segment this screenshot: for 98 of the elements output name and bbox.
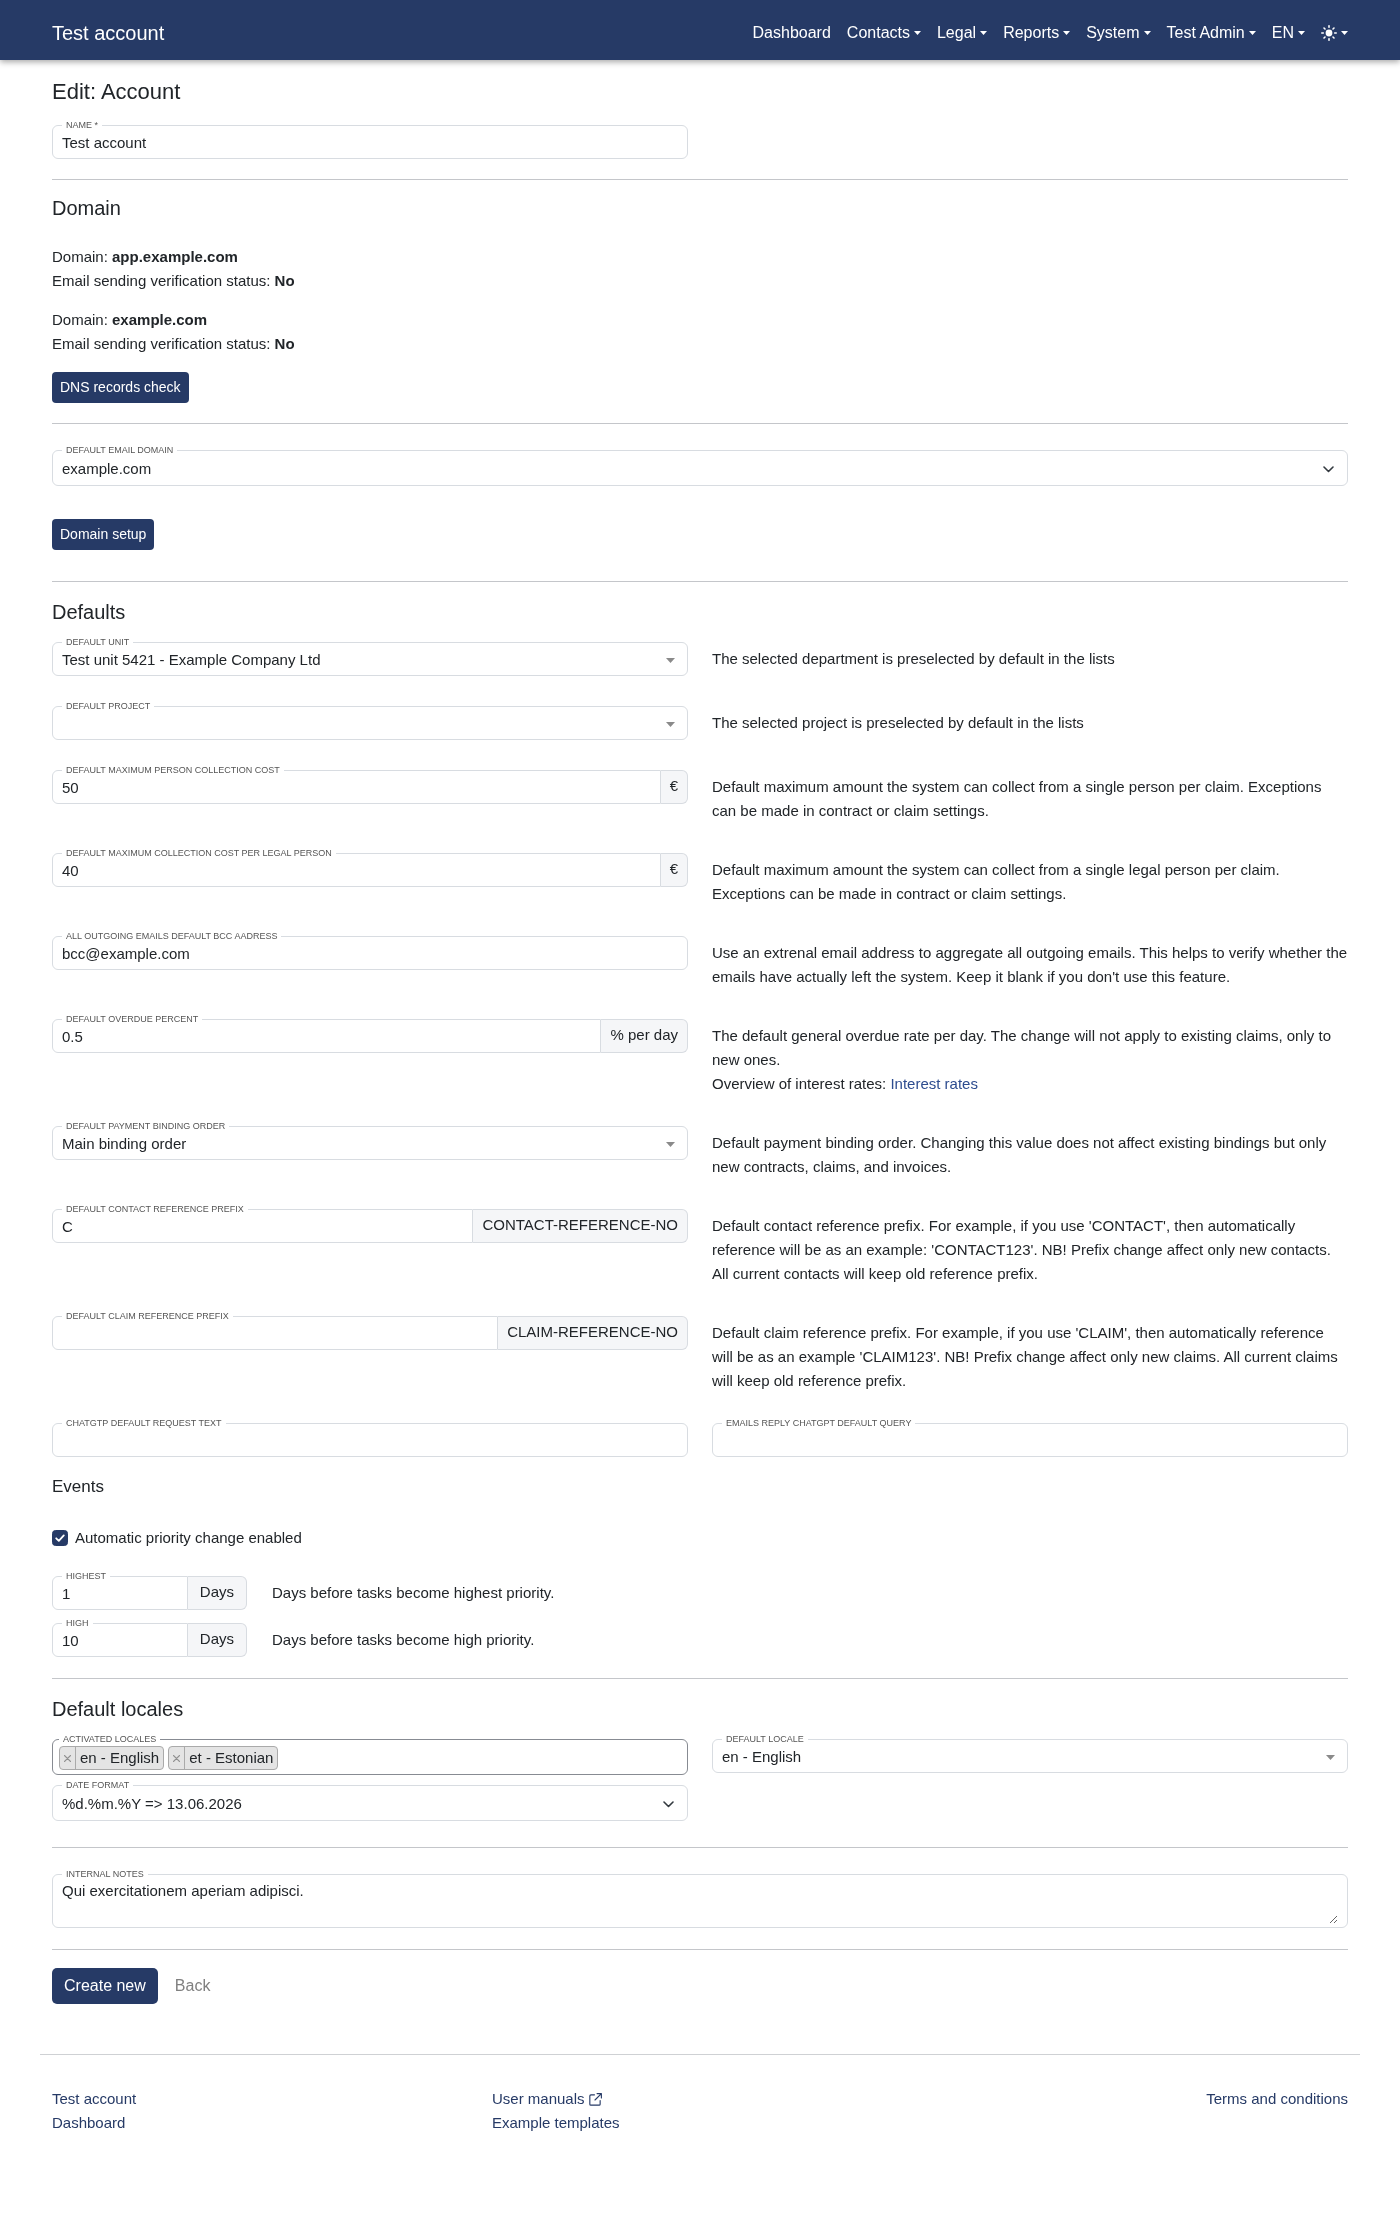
input-field[interactable]: DEFAULT MAXIMUM COLLECTION COST PER LEGAL PERSON 40 (52, 849, 661, 887)
nav-link[interactable]: Test Admin (1166, 23, 1256, 43)
create-new-button[interactable]: Create new (52, 1968, 158, 2004)
select-field[interactable]: DEFAULT EMAIL DOMAIN example.com (52, 446, 1348, 486)
input-field[interactable]: DEFAULT OVERDUE PERCENT 0.5 (52, 1015, 602, 1053)
nav-link[interactable]: Contacts (846, 23, 921, 43)
nav-link[interactable]: Reports (1003, 23, 1071, 43)
field-label: DEFAULT CLAIM REFERENCE PREFIX (65, 1312, 230, 1321)
field-label: EMAILS REPLY CHATGPT DEFAULT QUERY (725, 1419, 913, 1428)
field-label: DEFAULT EMAIL DOMAIN (65, 446, 175, 455)
footer-link[interactable]: Dashboard (52, 2111, 126, 2135)
sun-icon (1321, 25, 1337, 41)
dropdown-field[interactable]: DEFAULT PROJECT (52, 702, 688, 740)
input-field[interactable]: EMAILS REPLY CHATGPT DEFAULT QUERY (712, 1419, 1348, 1457)
input-field[interactable]: NAME * Test account (52, 121, 688, 159)
input-field[interactable]: DEFAULT MAXIMUM PERSON COLLECTION COST 50 (52, 766, 661, 804)
multi-select-field[interactable]: ACTIVATED LOCALES en - English et - Estonian (52, 1735, 688, 1775)
theme-menu-button[interactable] (1321, 25, 1348, 41)
caret-icon (666, 721, 675, 727)
input-field[interactable]: CHATGTP DEFAULT REQUEST TEXT (52, 1419, 688, 1457)
field-label: DEFAULT PROJECT (65, 702, 152, 711)
field-label: DEFAULT PAYMENT BINDING ORDER (65, 1122, 227, 1131)
section-heading: Defaults (52, 600, 126, 624)
input-suffix: CONTACT-REFERENCE-NO (473, 1209, 688, 1243)
nav-link[interactable]: EN (1271, 23, 1305, 43)
textarea-field[interactable]: INTERNAL NOTES Qui exercitationem aperiam adipisci. (52, 1870, 1348, 1928)
domain-info: Domain: app.example.com (52, 247, 238, 267)
footer-link[interactable]: User manuals (492, 2087, 602, 2111)
remove-icon[interactable] (173, 1754, 181, 1762)
input-suffix: Days (187, 1576, 247, 1610)
field-label: CHATGTP DEFAULT REQUEST TEXT (65, 1419, 223, 1428)
section-heading: Events (52, 1476, 104, 1498)
chevron-down-icon (663, 1800, 674, 1808)
field-description: Days before tasks become high priority. (272, 1630, 535, 1650)
field-description: Default maximum amount the system can collect from a single person per claim. Exceptions can be made in contract or claim settings. (712, 777, 1323, 821)
locale-tag[interactable]: en - English (59, 1746, 165, 1770)
caret-icon (666, 1141, 675, 1147)
field-description: The selected department is preselected by default in the lists (712, 649, 1116, 669)
input-suffix: % per day (601, 1019, 688, 1053)
dropdown-field[interactable]: DEFAULT PAYMENT BINDING ORDER Main binding order (52, 1122, 688, 1160)
checkbox[interactable] (52, 1530, 68, 1546)
field-description: The default general overdue rate per day. The change will not apply to existing claims, only to new ones. (712, 1026, 1332, 1070)
dropdown-field[interactable]: DEFAULT UNIT Test unit 5421 - Example Company Ltd (52, 638, 688, 676)
nav-link[interactable]: System (1086, 23, 1151, 43)
field-label: HIGH (65, 1619, 90, 1628)
select-field[interactable]: DATE FORMAT %d.%m.%Y => 13.06.2026 (52, 1781, 688, 1821)
locale-tag[interactable]: et - Estonian (168, 1746, 279, 1770)
input-suffix: € (660, 853, 688, 887)
field-label: ACTIVATED LOCALES (62, 1735, 158, 1744)
field-description: Default claim reference prefix. For example, if you use 'CLAIM', then automatically reference will be as an example 'CLAIM123'. NB! Prefix change affect only new claims. All current claims will keep old reference prefix. (712, 1323, 1339, 1391)
input-field[interactable]: DEFAULT CONTACT REFERENCE PREFIX C (52, 1205, 474, 1243)
field-label: DEFAULT LOCALE (725, 1735, 805, 1744)
field-label: DATE FORMAT (65, 1781, 131, 1790)
field-description: Days before tasks become highest priority. (272, 1583, 555, 1603)
field-description: The selected project is preselected by default in the lists (712, 713, 1085, 733)
footer-link[interactable]: Test account (52, 2087, 137, 2111)
domain-info: Domain: example.com (52, 310, 208, 330)
caret-icon (666, 657, 675, 663)
field-description: Default maximum amount the system can collect from a single legal person per claim. Exceptions can be made in contract or claim settings. (712, 860, 1281, 904)
text-link[interactable]: Interest rates (890, 1075, 978, 1092)
input-suffix: CLAIM-REFERENCE-NO (498, 1316, 688, 1350)
page-title: Edit: Account (52, 79, 181, 105)
checkbox-label: Automatic priority change enabled (75, 1528, 302, 1548)
field-description: Default payment binding order. Changing this value does not affect existing bindings but only new contracts, claims, and invoices. (712, 1133, 1328, 1177)
field-label: NAME * (65, 121, 99, 130)
back-link[interactable]: Back (174, 1976, 211, 1996)
input-suffix: € (660, 770, 688, 804)
field-label: HIGHEST (65, 1572, 107, 1581)
field-description: Use an extrenal email address to aggregate all outgoing emails. This helps to verify whether the emails have actually left the system. Keep it blank if you don't use this feature. (712, 943, 1348, 987)
field-label: INTERNAL NOTES (65, 1870, 145, 1879)
chevron-down-icon (1323, 465, 1334, 473)
field-label: DEFAULT MAXIMUM COLLECTION COST PER LEGAL PERSON (65, 849, 333, 858)
input-field[interactable]: HIGHEST 1 (52, 1572, 188, 1610)
note-text: Overview of interest rates: (712, 1075, 887, 1092)
field-label: ALL OUTGOING EMAILS DEFAULT BCC AADRESS (65, 932, 279, 941)
dropdown-field[interactable]: DEFAULT LOCALE en - English (712, 1735, 1348, 1773)
field-label: DEFAULT CONTACT REFERENCE PREFIX (65, 1205, 245, 1214)
field-label: DEFAULT MAXIMUM PERSON COLLECTION COST (65, 766, 281, 775)
input-field[interactable]: HIGH 10 (52, 1619, 188, 1657)
domain-setup-button[interactable]: Domain setup (52, 519, 155, 550)
caret-icon (1326, 1754, 1335, 1760)
verification-status: Email sending verification status: No (52, 271, 295, 291)
nav-link[interactable]: Dashboard (752, 23, 831, 43)
brand-link[interactable]: Test account (52, 21, 165, 45)
input-suffix: Days (187, 1623, 247, 1657)
field-description: Default contact reference prefix. For example, if you use 'CONTACT', then automatically reference will be as an example: 'CONTACT123'. NB! Prefix change affect only new contacts. All current contacts will keep old reference prefix. (712, 1216, 1332, 1284)
nav-link[interactable]: Legal (936, 23, 988, 43)
field-label: DEFAULT UNIT (65, 638, 131, 647)
section-heading: Domain (52, 196, 121, 220)
section-heading: Default locales (52, 1697, 184, 1721)
dns-records-check-button[interactable]: DNS records check (52, 372, 189, 403)
input-field[interactable]: ALL OUTGOING EMAILS DEFAULT BCC AADRESS bcc@example.com (52, 932, 688, 970)
verification-status: Email sending verification status: No (52, 334, 295, 354)
footer-link[interactable]: Terms and conditions (1206, 2087, 1348, 2111)
footer-link[interactable]: Example templates (492, 2111, 620, 2135)
field-label: DEFAULT OVERDUE PERCENT (65, 1015, 200, 1024)
remove-icon[interactable] (64, 1754, 71, 1762)
input-field[interactable]: DEFAULT CLAIM REFERENCE PREFIX (52, 1312, 499, 1350)
